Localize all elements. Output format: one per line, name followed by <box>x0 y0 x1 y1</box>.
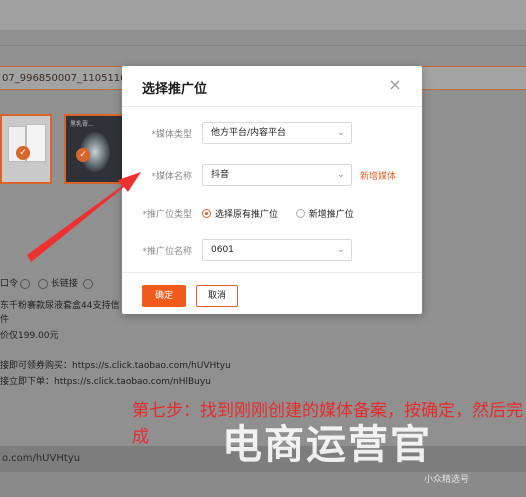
slot-name-value: 0601 <box>211 245 234 255</box>
radio-existing-slot[interactable] <box>202 209 211 218</box>
radio-new-label[interactable]: 新增推广位 <box>309 210 354 220</box>
cancel-button[interactable]: 取消 <box>196 285 238 307</box>
slot-type-radio-group: 选择原有推广位 新增推广位 <box>202 207 354 220</box>
slot-name-label: *推广位名称 <box>142 247 192 257</box>
close-icon[interactable]: × <box>386 76 404 94</box>
divider <box>122 272 422 273</box>
confirm-button[interactable]: 确定 <box>142 285 186 307</box>
product-thumbnail-2[interactable]: 黑乳膏... ✓ <box>64 114 126 184</box>
media-name-value: 抖音 <box>211 170 230 180</box>
radio-extra[interactable] <box>82 278 93 289</box>
thumbnail-caption: 黑乳膏... <box>70 121 94 128</box>
media-name-label: *媒体名称 <box>151 172 192 182</box>
info-icon <box>20 278 31 289</box>
chevron-down-icon: ⌄ <box>336 169 345 180</box>
media-type-value: 他方平台/内容平台 <box>211 128 287 138</box>
slot-name-select[interactable]: 0601 ⌄ <box>202 239 352 261</box>
watermark-logo: 电商运营官 <box>222 422 432 468</box>
media-type-select[interactable]: 他方平台/内容平台 ⌄ <box>202 122 352 144</box>
slot-type-label: *推广位类型 <box>142 210 192 220</box>
promo-line: 东千粉褰款尿液套盒44支持信 <box>0 301 120 311</box>
media-type-label: *媒体类型 <box>151 130 192 140</box>
radio-new-slot[interactable] <box>295 209 305 218</box>
divider <box>122 106 422 107</box>
promo-line: 接即可领券购买：https://s.click.taobao.com/hUVHt… <box>0 361 231 371</box>
add-media-link[interactable]: 新增媒体 <box>360 169 396 182</box>
media-name-select[interactable]: 抖音 ⌄ <box>202 164 352 186</box>
watermark-small: 小众精选号 <box>424 475 470 485</box>
divider <box>0 45 526 46</box>
radio-long-link[interactable] <box>37 278 48 289</box>
product-thumbnail-1[interactable]: ✓ <box>0 114 52 184</box>
link-option-code[interactable]: 口令 <box>0 279 18 289</box>
promo-line: 价仅199.00元 <box>0 331 59 341</box>
check-icon: ✓ <box>76 148 90 162</box>
promo-line: 接立即下单：https://s.click.taobao.com/nHlBuyu <box>0 377 211 387</box>
dialog-title: 选择推广位 <box>142 82 208 97</box>
check-icon: ✓ <box>16 146 30 160</box>
chevron-down-icon: ⌄ <box>336 127 345 138</box>
promo-line: 件 <box>0 315 10 325</box>
select-slot-dialog: 选择推广位 × *媒体类型 他方平台/内容平台 ⌄ *媒体名称 抖音 ⌄ 新增媒… <box>122 66 422 314</box>
link-type-options: 口令 长链接 <box>0 276 130 290</box>
link-option-long[interactable]: 长链接 <box>51 279 78 289</box>
chevron-down-icon: ⌄ <box>336 244 345 255</box>
radio-existing-label[interactable]: 选择原有推广位 <box>215 210 278 220</box>
top-bar <box>0 0 526 30</box>
